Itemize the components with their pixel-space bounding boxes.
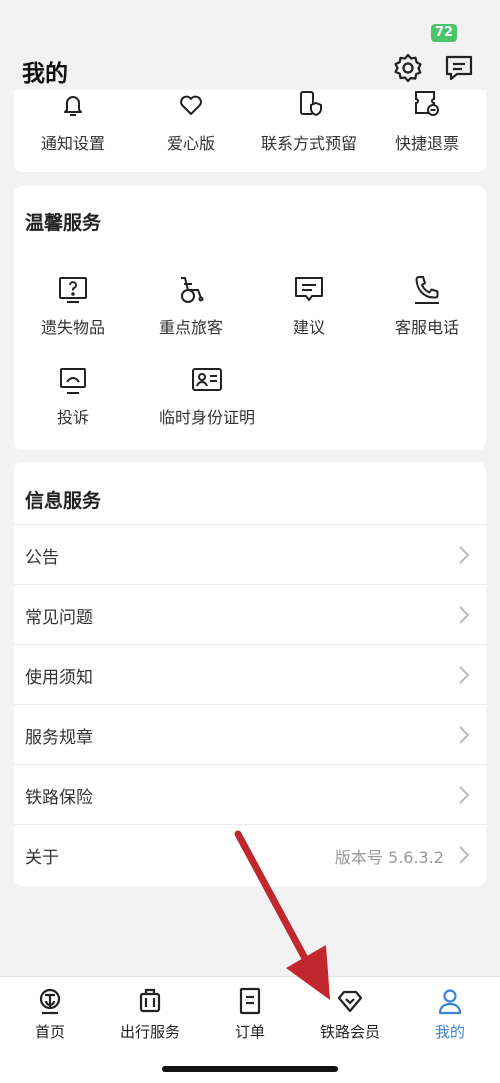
settings-card: 通知设置 爱心版 联系方式预留 快捷退票 bbox=[14, 90, 486, 172]
message-icon[interactable] bbox=[443, 52, 475, 84]
tab-orders[interactable]: 订单 bbox=[200, 987, 300, 1042]
temp-id-proof-item[interactable]: 临时身份证明 bbox=[132, 364, 282, 428]
complaint-icon bbox=[57, 364, 89, 396]
row-label: 服务规章 bbox=[25, 728, 93, 748]
complaint-item[interactable]: 投诉 bbox=[14, 364, 132, 428]
grid-item-label: 通知设置 bbox=[40, 134, 105, 153]
chevron-right-icon bbox=[458, 725, 470, 745]
chevron-right-icon bbox=[458, 605, 470, 625]
tab-label: 出行服务 bbox=[119, 1023, 180, 1041]
tab-home[interactable]: 首页 bbox=[0, 987, 100, 1042]
grid-item-label: 临时身份证明 bbox=[158, 408, 255, 427]
list-row-service-rules[interactable]: 服务规章 bbox=[14, 704, 486, 764]
order-icon bbox=[236, 987, 264, 1015]
question-box-icon bbox=[57, 274, 89, 306]
grid-item-label: 快捷退票 bbox=[394, 134, 459, 153]
tab-railway-membership[interactable]: 铁路会员 bbox=[300, 987, 400, 1042]
row-label: 铁路保险 bbox=[25, 788, 93, 808]
row-label: 关于 bbox=[25, 848, 59, 868]
list-row-faq[interactable]: 常见问题 bbox=[14, 584, 486, 644]
priority-passenger-item[interactable]: 重点旅客 bbox=[132, 274, 250, 338]
grid-item-label: 客服电话 bbox=[394, 318, 459, 337]
comment-icon bbox=[293, 274, 325, 306]
diamond-icon bbox=[336, 987, 364, 1015]
wheelchair-icon bbox=[175, 274, 207, 306]
tab-label: 铁路会员 bbox=[319, 1023, 380, 1041]
bell-icon bbox=[57, 90, 89, 122]
home-indicator bbox=[162, 1066, 338, 1072]
warm-service-card: 温馨服务 遗失物品 重点旅客 建议 客服电话 投诉 临时身份证明 bbox=[14, 186, 486, 450]
gear-icon[interactable] bbox=[392, 52, 424, 84]
user-icon bbox=[436, 987, 464, 1015]
grid-item-label: 遗失物品 bbox=[40, 318, 105, 337]
grid-item-label: 建议 bbox=[292, 318, 325, 337]
tab-label: 我的 bbox=[434, 1023, 465, 1041]
row-label: 常见问题 bbox=[25, 608, 93, 628]
battery-indicator: 72 bbox=[431, 24, 457, 42]
version-number: 版本号 5.6.3.2 bbox=[334, 848, 444, 867]
quick-refund-item[interactable]: 快捷退票 bbox=[368, 90, 486, 154]
section-title: 信息服务 bbox=[25, 490, 102, 512]
lost-items-item[interactable]: 遗失物品 bbox=[14, 274, 132, 338]
tab-label: 订单 bbox=[234, 1023, 265, 1041]
tab-label: 首页 bbox=[34, 1023, 65, 1041]
status-bar: 72 bbox=[0, 0, 500, 48]
grid-item-label: 联系方式预留 bbox=[260, 134, 357, 153]
suggestion-item[interactable]: 建议 bbox=[250, 274, 368, 338]
ticket-refund-icon bbox=[411, 90, 443, 122]
tab-travel-service[interactable]: 出行服务 bbox=[100, 987, 200, 1042]
phone-shield-icon bbox=[293, 90, 325, 122]
chevron-right-icon bbox=[458, 785, 470, 805]
care-edition-item[interactable]: 爱心版 bbox=[132, 90, 250, 154]
grid-item-label: 投诉 bbox=[56, 408, 89, 427]
phone-icon bbox=[411, 274, 443, 306]
row-label: 使用须知 bbox=[25, 668, 93, 688]
chevron-right-icon bbox=[458, 665, 470, 685]
row-label: 公告 bbox=[25, 548, 59, 568]
railway-logo-icon bbox=[36, 987, 64, 1015]
heart-icon bbox=[175, 90, 207, 122]
contact-reserve-item[interactable]: 联系方式预留 bbox=[250, 90, 368, 154]
list-row-usage-notice[interactable]: 使用须知 bbox=[14, 644, 486, 704]
customer-service-phone-item[interactable]: 客服电话 bbox=[368, 274, 486, 338]
section-title: 温馨服务 bbox=[25, 212, 102, 234]
list-row-about[interactable]: 关于 版本号 5.6.3.2 bbox=[14, 824, 486, 884]
notification-settings-item[interactable]: 通知设置 bbox=[14, 90, 132, 154]
id-card-icon bbox=[191, 364, 223, 396]
page-title: 我的 bbox=[22, 61, 68, 87]
chevron-right-icon bbox=[458, 545, 470, 565]
grid-item-label: 重点旅客 bbox=[158, 318, 223, 337]
list-row-announcement[interactable]: 公告 bbox=[14, 524, 486, 584]
luggage-icon bbox=[136, 987, 164, 1015]
chevron-right-icon bbox=[458, 845, 470, 865]
grid-item-label: 爱心版 bbox=[166, 134, 215, 153]
header: 我的 bbox=[0, 48, 500, 90]
tab-mine[interactable]: 我的 bbox=[400, 987, 500, 1042]
list-row-railway-insurance[interactable]: 铁路保险 bbox=[14, 764, 486, 824]
info-service-card: 信息服务 公告 常见问题 使用须知 服务规章 铁路保险 关于 版本号 5.6.3… bbox=[14, 462, 486, 886]
